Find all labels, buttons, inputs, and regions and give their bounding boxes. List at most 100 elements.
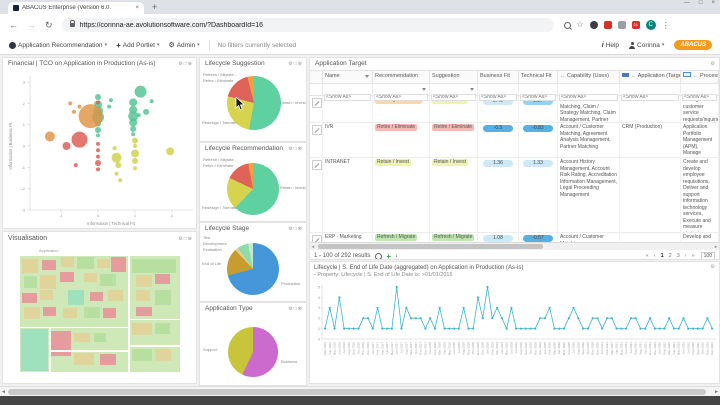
data-point[interactable] xyxy=(711,327,714,330)
data-point[interactable] xyxy=(668,317,671,320)
data-point[interactable] xyxy=(682,317,685,320)
search-icon[interactable] xyxy=(563,21,571,29)
data-point[interactable] xyxy=(610,317,613,320)
filter-capability-input[interactable] xyxy=(559,93,618,101)
data-point[interactable] xyxy=(586,327,589,330)
data-point[interactable] xyxy=(347,327,350,330)
scrollbar-thumb[interactable] xyxy=(318,244,543,249)
col-header-business-fit[interactable]: Business Fit xyxy=(478,70,519,84)
gear-icon[interactable]: ⚙ xyxy=(711,61,716,67)
page-button[interactable]: 3 xyxy=(676,253,681,259)
bubble[interactable] xyxy=(71,131,88,148)
data-point[interactable] xyxy=(653,327,656,330)
col-header-name[interactable]: Name xyxy=(323,70,373,84)
page-button[interactable]: 1 xyxy=(660,253,665,259)
data-point[interactable] xyxy=(386,327,389,330)
scroll-left-icon[interactable]: ◄ xyxy=(1,388,6,396)
close-icon[interactable]: ⊗ xyxy=(298,306,303,312)
data-point[interactable] xyxy=(524,327,527,330)
profile-avatar[interactable]: C xyxy=(645,20,656,30)
bubble[interactable] xyxy=(96,154,100,159)
data-point[interactable] xyxy=(495,306,499,309)
data-point[interactable] xyxy=(476,296,480,299)
filter-technical-fit-input[interactable] xyxy=(520,93,556,101)
close-icon[interactable]: ⊗ xyxy=(188,236,193,242)
table-row[interactable]: IVR Retire / Eliminate Retire / Eliminate -… xyxy=(310,123,719,158)
col-header-suggestion[interactable]: Suggestion xyxy=(430,70,478,84)
page-size-select[interactable]: 100 xyxy=(700,251,715,259)
data-point[interactable] xyxy=(658,327,661,330)
page-button[interactable]: » xyxy=(691,253,696,259)
data-point[interactable] xyxy=(529,327,532,330)
reload-icon[interactable]: ↻ xyxy=(45,20,53,31)
page-button[interactable]: 2 xyxy=(668,253,673,259)
page-button[interactable]: › xyxy=(684,253,688,259)
filter-funnel-icon[interactable] xyxy=(422,88,426,91)
data-point[interactable] xyxy=(376,306,379,309)
data-point[interactable] xyxy=(467,327,470,330)
bubble[interactable] xyxy=(96,133,100,138)
bubble[interactable] xyxy=(132,157,138,164)
data-point[interactable] xyxy=(615,327,618,330)
application-recommendation-menu[interactable]: Application Recommendation ▾ xyxy=(9,41,107,49)
filter-business-fit-input[interactable] xyxy=(479,93,517,101)
edit-row-icon[interactable] xyxy=(312,160,322,170)
bubble[interactable] xyxy=(134,85,147,98)
data-point[interactable] xyxy=(687,327,690,330)
download-icon[interactable]: ↓ xyxy=(395,253,399,259)
bubble[interactable] xyxy=(96,148,100,153)
col-header-application-target[interactable]: Application (Target) xyxy=(620,70,681,84)
scrollbar-thumb[interactable] xyxy=(8,388,706,395)
data-point[interactable] xyxy=(620,327,623,330)
data-point[interactable] xyxy=(457,327,460,330)
close-icon[interactable]: ⊗ xyxy=(188,61,193,67)
user-menu[interactable]: Corinna ▾ xyxy=(629,42,664,49)
table-row[interactable]: ERP - Marketing Refresh / Migrate Refresh … xyxy=(310,233,719,242)
edit-row-icon[interactable] xyxy=(312,235,322,242)
data-point[interactable] xyxy=(424,327,427,330)
data-point[interactable] xyxy=(672,327,676,330)
bubble[interactable] xyxy=(111,152,122,163)
help-button[interactable]: i Help xyxy=(602,42,619,49)
scroll-right-icon[interactable]: ► xyxy=(714,388,719,396)
pie-chart[interactable] xyxy=(227,243,279,295)
bubble[interactable] xyxy=(68,101,73,106)
data-point[interactable] xyxy=(596,317,599,320)
data-point[interactable] xyxy=(362,317,365,320)
data-point[interactable] xyxy=(639,327,642,330)
bubble[interactable] xyxy=(133,166,137,171)
data-point[interactable] xyxy=(381,327,384,330)
data-point[interactable] xyxy=(534,327,537,330)
data-point[interactable] xyxy=(433,327,437,330)
data-point[interactable] xyxy=(548,306,551,309)
scroll-right-icon[interactable]: ► xyxy=(714,243,718,250)
data-point[interactable] xyxy=(443,327,446,330)
bubble[interactable] xyxy=(77,104,82,109)
data-point[interactable] xyxy=(567,317,570,320)
data-point[interactable] xyxy=(625,327,628,330)
data-point[interactable] xyxy=(572,306,575,309)
data-point[interactable] xyxy=(390,327,394,330)
bubble[interactable] xyxy=(96,100,100,105)
data-point[interactable] xyxy=(343,327,346,330)
extension-icon[interactable] xyxy=(617,21,626,29)
bubble[interactable] xyxy=(129,118,138,127)
data-point[interactable] xyxy=(409,317,413,320)
data-point[interactable] xyxy=(452,327,456,330)
data-point[interactable] xyxy=(438,306,441,309)
data-point[interactable] xyxy=(605,317,609,320)
window-close-icon[interactable]: × xyxy=(711,0,715,6)
data-point[interactable] xyxy=(419,317,422,320)
table-horizontal-scrollbar[interactable]: ◄ ► xyxy=(310,242,719,250)
bubble[interactable] xyxy=(131,132,136,137)
scroll-left-icon[interactable]: ◄ xyxy=(311,243,315,250)
bubble[interactable] xyxy=(143,108,150,115)
treemap-diagram[interactable] xyxy=(19,255,181,373)
data-point[interactable] xyxy=(472,327,475,330)
add-portlet-menu[interactable]: + Add Portlet ▾ xyxy=(116,41,159,50)
edit-row-icon[interactable] xyxy=(312,98,322,108)
data-point[interactable] xyxy=(486,285,489,289)
data-point[interactable] xyxy=(663,327,666,330)
bubble[interactable] xyxy=(133,144,137,148)
window-minimize-icon[interactable]: — xyxy=(684,0,690,6)
